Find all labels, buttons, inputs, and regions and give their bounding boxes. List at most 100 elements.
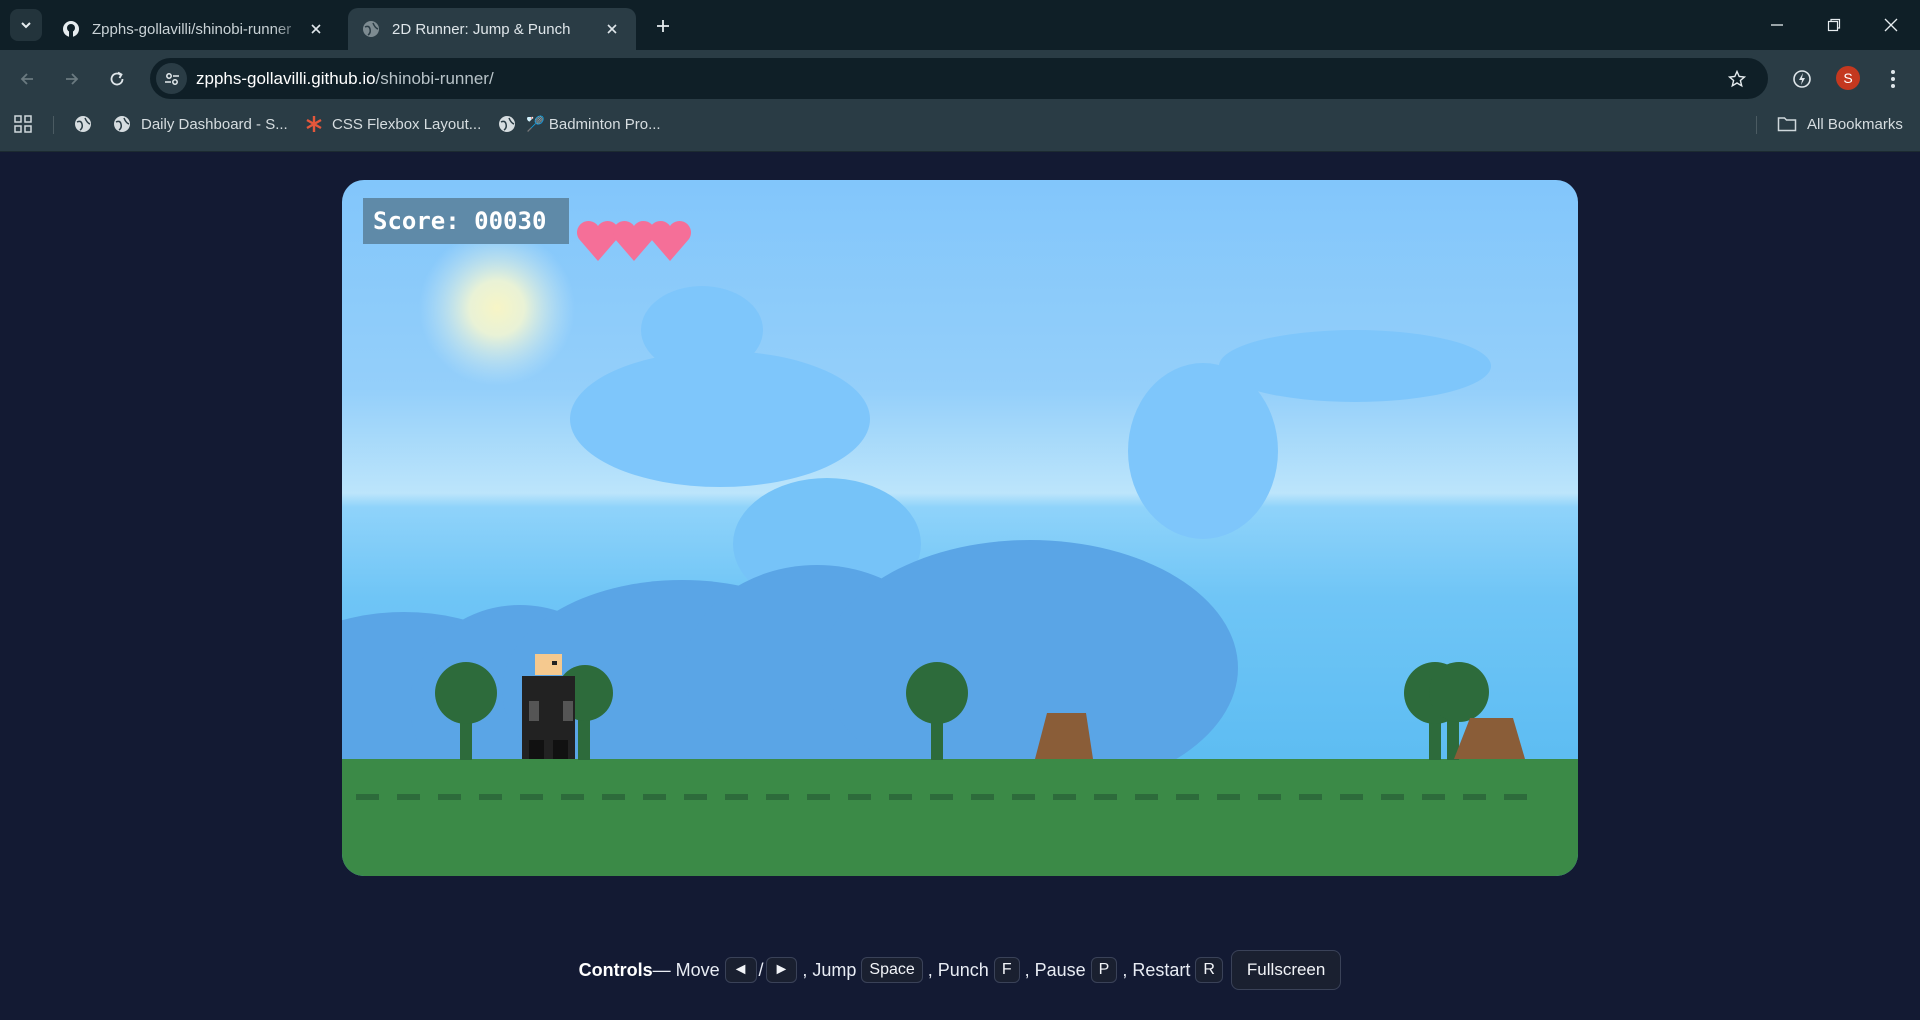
- bookmarks-separator: [1756, 116, 1757, 134]
- chevron-down-icon: [21, 22, 31, 29]
- ground-dash: [438, 794, 461, 800]
- key-p: P: [1090, 957, 1118, 983]
- bookmark-badminton[interactable]: 🏸 Badminton Pro...: [498, 107, 661, 141]
- ground-dash: [1381, 794, 1404, 800]
- restore-button[interactable]: [1821, 12, 1847, 38]
- url-text: zpphs-gollavilli.github.io/shinobi-runne…: [196, 69, 494, 89]
- reload-icon: [110, 71, 124, 86]
- ground-dash: [561, 794, 584, 800]
- globe-icon: [114, 116, 130, 132]
- url-path: /shinobi-runner/: [375, 69, 494, 88]
- url-host: zpphs-gollavilli.github.io: [196, 69, 376, 88]
- arrow-left-icon: [20, 73, 33, 85]
- heart-icon: [612, 220, 656, 261]
- key-space: Space: [861, 957, 923, 983]
- bookmark-label: Daily Dashboard - S...: [141, 115, 288, 133]
- ground-dash: [1094, 794, 1117, 800]
- bookmarks-separator: [53, 116, 54, 134]
- bookmark-label: CSS Flexbox Layout...: [332, 115, 482, 133]
- close-icon[interactable]: [602, 19, 622, 39]
- ground-dash: [643, 794, 666, 800]
- bookmark-globe[interactable]: [74, 107, 92, 141]
- cloud-right: [1128, 330, 1491, 539]
- performance-icon: [1793, 70, 1811, 88]
- ground-dash: [1176, 794, 1199, 800]
- bookmark-css-flexbox[interactable]: CSS Flexbox Layout...: [305, 107, 481, 141]
- ground-dash: [602, 794, 625, 800]
- ground-dash: [397, 794, 420, 800]
- globe-icon: [75, 116, 91, 132]
- bookmarks-bar: Daily Dashboard - S... CSS Flexbox Layou…: [0, 107, 1920, 152]
- ground-dash: [1012, 794, 1035, 800]
- new-tab-button[interactable]: [650, 13, 676, 39]
- obstacle-rock: [1454, 718, 1525, 759]
- back-button[interactable]: [14, 66, 40, 92]
- browser-toolbar: zpphs-gollavilli.github.io/shinobi-runne…: [0, 50, 1920, 107]
- ground-dash: [807, 794, 830, 800]
- ground-dash: [1258, 794, 1281, 800]
- asterisk-icon: [306, 116, 322, 132]
- close-icon[interactable]: [306, 19, 326, 39]
- key-left: ◄: [724, 957, 757, 983]
- game-canvas[interactable]: Score: 00030: [342, 180, 1578, 876]
- ground-dash: [725, 794, 748, 800]
- key-right: ►: [765, 957, 798, 983]
- bookmark-daily-dashboard[interactable]: Daily Dashboard - S...: [113, 107, 288, 141]
- globe-icon: [363, 21, 379, 37]
- heart-icon: [576, 220, 620, 261]
- arrow-right-icon: [66, 73, 79, 85]
- game-scene: [342, 220, 1578, 876]
- profile-avatar[interactable]: S: [1836, 66, 1860, 90]
- bookmark-label: 🏸 Badminton Pro...: [526, 116, 661, 133]
- restore-icon: [1827, 18, 1841, 32]
- forward-button[interactable]: [59, 66, 85, 92]
- ground-dash: [848, 794, 871, 800]
- controls-punch-label: , Punch: [927, 959, 989, 980]
- key-separator: /: [758, 959, 764, 980]
- plus-icon: [657, 20, 669, 32]
- ground-dash: [1135, 794, 1158, 800]
- controls-restart-label: , Restart: [1122, 959, 1191, 980]
- globe-icon: [499, 116, 515, 132]
- bookmark-star-button[interactable]: [1724, 66, 1750, 92]
- close-icon: [1884, 18, 1898, 32]
- reload-button[interactable]: [104, 66, 130, 92]
- ground-dash: [479, 794, 502, 800]
- ground-dash: [1463, 794, 1486, 800]
- lives-hearts: [576, 220, 692, 261]
- close-window-button[interactable]: [1878, 12, 1904, 38]
- fullscreen-button[interactable]: Fullscreen: [1230, 950, 1342, 990]
- menu-button[interactable]: [1880, 66, 1906, 92]
- key-f: F: [993, 957, 1020, 983]
- all-bookmarks-label: All Bookmarks: [1807, 115, 1903, 133]
- all-bookmarks-button[interactable]: All Bookmarks: [1777, 107, 1903, 141]
- tab-game[interactable]: 2D Runner: Jump & Punch: [348, 8, 636, 50]
- tab-title: Zpphs-gollavilli/shinobi-runner: [92, 20, 292, 38]
- apps-button[interactable]: [13, 107, 33, 141]
- ground-dash: [520, 794, 543, 800]
- ground-dash: [684, 794, 707, 800]
- controls-pause-label: , Pause: [1024, 959, 1086, 980]
- minimize-icon: [1771, 24, 1783, 26]
- address-bar[interactable]: zpphs-gollavilli.github.io/shinobi-runne…: [150, 58, 1768, 99]
- star-icon: [1728, 70, 1746, 88]
- heart-icon: [648, 220, 692, 261]
- tab-search-button[interactable]: [10, 9, 42, 41]
- controls-heading: Controls: [578, 959, 653, 980]
- key-r: R: [1195, 957, 1223, 983]
- tab-title: 2D Runner: Jump & Punch: [392, 20, 571, 38]
- ground-dash: [1504, 794, 1527, 800]
- ground-dash: [356, 794, 379, 800]
- ground-dash: [1299, 794, 1322, 800]
- site-info-button[interactable]: [156, 63, 187, 94]
- minimize-button[interactable]: [1764, 12, 1790, 38]
- ground-dash: [1053, 794, 1076, 800]
- github-icon: [63, 21, 79, 37]
- performance-button[interactable]: [1789, 66, 1815, 92]
- tab-github[interactable]: Zpphs-gollavilli/shinobi-runner: [48, 8, 340, 50]
- folder-icon: [1777, 117, 1797, 132]
- ground-dash: [930, 794, 953, 800]
- score-display: Score: 00030: [363, 198, 569, 244]
- controls-bar: Controls — Move ◄ / ► , Jump Space , Pun…: [0, 950, 1920, 990]
- ground-dash: [971, 794, 994, 800]
